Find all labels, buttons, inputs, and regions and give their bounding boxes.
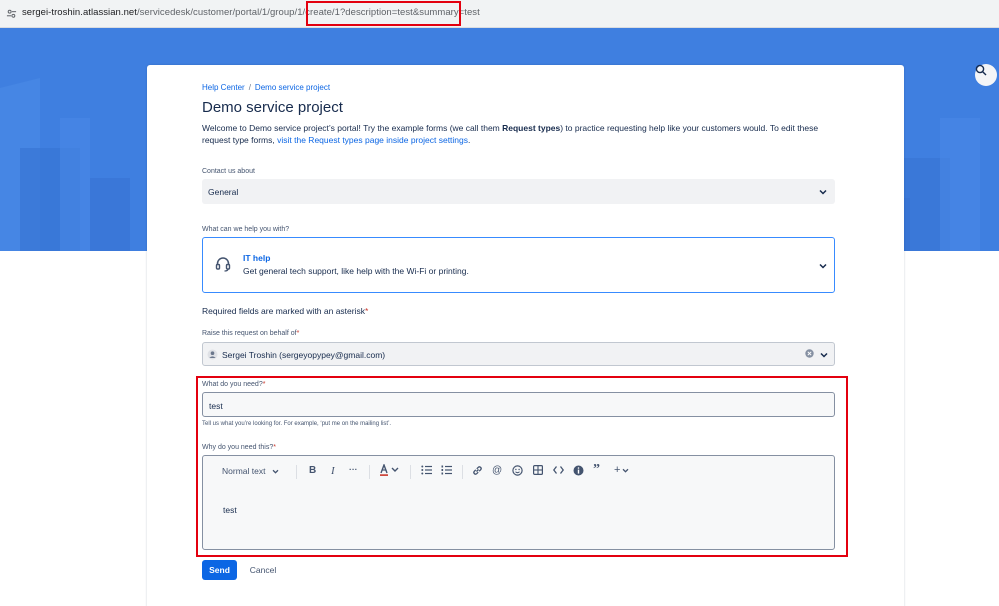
summary-label: What do you need?*	[202, 381, 265, 388]
table-glyph	[533, 465, 544, 476]
behalf-value: Sergei Troshin (sergeyopypey@gmail.com)	[222, 350, 386, 360]
request-type-description: Get general tech support, like help with…	[243, 266, 469, 276]
intro-bold: Request types	[502, 123, 561, 133]
breadcrumb: Help Center / Demo service project	[202, 83, 330, 92]
mention-icon[interactable]: @	[492, 465, 502, 476]
description-editor[interactable]: Normal text B I ··· @ ” + test	[202, 455, 835, 550]
text-style-label: Normal text	[222, 466, 266, 476]
contact-value: General	[208, 187, 239, 197]
chevron-down-icon	[819, 263, 827, 269]
contact-label: Contact us about	[202, 168, 255, 175]
code-icon[interactable]	[552, 465, 565, 477]
toolbar-divider	[369, 465, 370, 479]
insert-more-icon[interactable]: +	[614, 464, 629, 476]
numbered-list-icon[interactable]	[441, 465, 452, 477]
asterisk: *	[273, 444, 276, 451]
asterisk: *	[262, 381, 266, 388]
request-type-label: What can we help you with?	[202, 226, 290, 233]
code-glyph	[552, 466, 565, 474]
intro-text: Welcome to Demo service project’s portal…	[202, 122, 842, 146]
clear-icon[interactable]	[805, 349, 814, 358]
behalf-label: Raise this request on behalf of*	[202, 330, 299, 337]
request-types-link[interactable]: visit the Request types page inside proj…	[277, 135, 468, 145]
behalf-select[interactable]: Sergei Troshin (sergeyopypey@gmail.com)	[202, 342, 835, 366]
link-glyph	[473, 466, 482, 475]
url-highlight-box	[306, 1, 461, 26]
required-fields-note: Required fields are marked with an aster…	[202, 306, 368, 316]
more-formatting-icon[interactable]: ···	[349, 464, 358, 474]
asterisk: *	[365, 306, 369, 316]
chevron-down-icon	[622, 468, 629, 473]
required-note-text: Required fields are marked with an aster…	[202, 306, 365, 316]
request-type-select[interactable]: IT help Get general tech support, like h…	[202, 237, 835, 293]
intro-end: .	[468, 135, 471, 145]
info-panel-icon[interactable]	[573, 465, 584, 478]
text-color-glyph	[380, 463, 399, 476]
search-button[interactable]	[975, 64, 997, 86]
info-glyph	[573, 465, 584, 476]
text-style-dropdown[interactable]: Normal text	[222, 466, 279, 476]
page-title: Demo service project	[202, 99, 343, 116]
contact-select[interactable]: General	[202, 179, 835, 204]
emoji-icon[interactable]	[512, 465, 523, 478]
chevron-down-icon	[820, 352, 828, 358]
summary-input[interactable]: test	[202, 392, 835, 417]
headset-icon	[215, 257, 231, 272]
intro-before: Welcome to Demo service project’s portal…	[202, 123, 503, 133]
bullet-list-glyph	[421, 465, 432, 475]
quote-icon[interactable]: ”	[593, 462, 600, 478]
summary-label-text: What do you need?	[202, 381, 263, 388]
breadcrumb-help-center[interactable]: Help Center	[202, 83, 245, 92]
cancel-button[interactable]: Cancel	[243, 560, 283, 580]
send-button[interactable]: Send	[202, 560, 237, 580]
bold-icon[interactable]: B	[309, 465, 316, 476]
italic-icon[interactable]: I	[331, 465, 335, 477]
toolbar-divider	[410, 465, 411, 479]
request-type-name: IT help	[243, 253, 271, 263]
summary-value: test	[209, 401, 223, 411]
breadcrumb-separator: /	[248, 83, 251, 92]
editor-toolbar: Normal text B I ··· @ ” +	[203, 456, 834, 486]
bullet-list-icon[interactable]	[421, 465, 432, 477]
url-domain: sergei-troshin.atlassian.net	[22, 7, 137, 18]
toolbar-divider	[296, 465, 297, 479]
toolbar-divider	[462, 465, 463, 479]
text-color-icon[interactable]	[380, 463, 400, 478]
breadcrumb-project[interactable]: Demo service project	[255, 83, 330, 92]
site-info-icon[interactable]	[6, 8, 17, 19]
link-icon[interactable]	[472, 465, 483, 478]
behalf-label-text: Raise this request on behalf of	[202, 330, 297, 337]
description-label-text: Why do you need this?	[202, 444, 274, 451]
address-bar[interactable]: sergei-troshin.atlassian.net/servicedesk…	[0, 0, 999, 28]
chevron-down-icon	[272, 469, 279, 474]
description-content: test	[223, 505, 237, 515]
search-icon	[975, 64, 987, 76]
description-label: Why do you need this?*	[202, 444, 276, 451]
summary-help-text: Tell us what you’re looking for. For exa…	[202, 421, 392, 427]
numbered-list-glyph	[441, 465, 452, 475]
user-avatar-icon	[207, 349, 218, 360]
emoji-glyph	[512, 465, 523, 476]
table-icon[interactable]	[533, 465, 544, 477]
chevron-down-icon	[819, 189, 827, 195]
asterisk: *	[296, 330, 300, 337]
